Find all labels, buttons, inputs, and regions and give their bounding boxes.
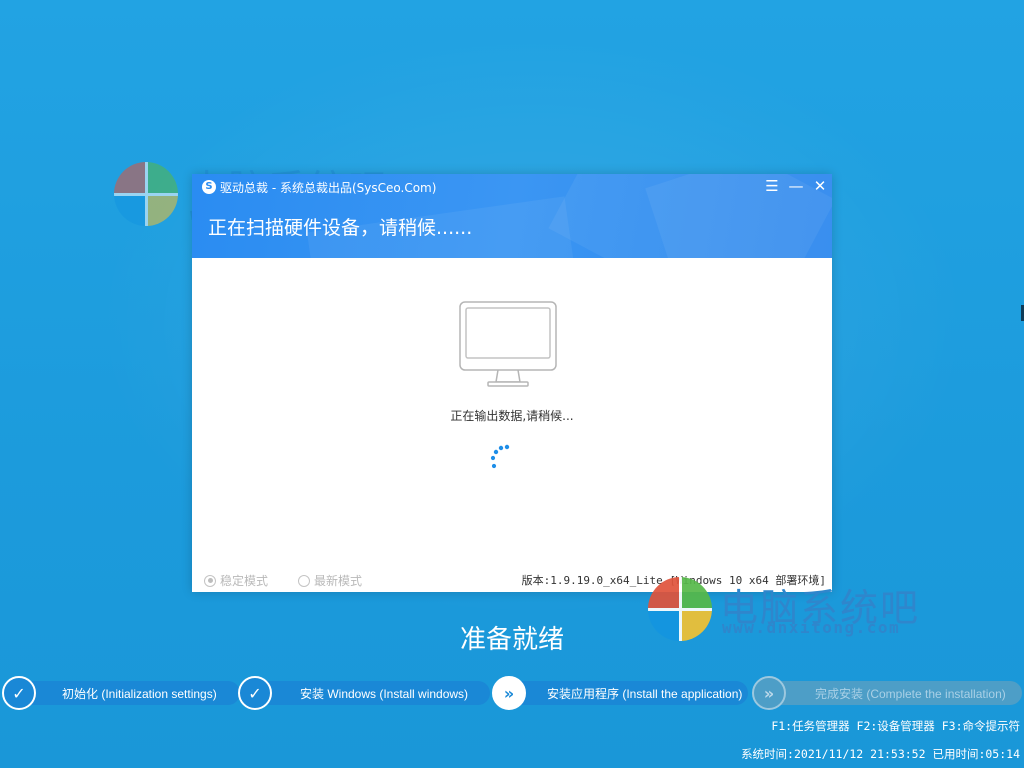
step-1-label: 初始化 (Initialization settings): [62, 687, 217, 701]
hotkey-hints: F1:任务管理器 F2:设备管理器 F3:命令提示符: [771, 719, 1020, 733]
ready-title: 准备就绪: [459, 625, 564, 655]
driver-dialog: S 驱动总裁 - 系统总裁出品(SysCeo.Com) ☰ — ✕ 正在扫描硬件…: [192, 174, 832, 592]
check-icon: ✓: [2, 676, 36, 710]
system-clock: 系统时间:2021/11/12 21:53:52 已用时间:05:14: [741, 747, 1020, 761]
radio-stable[interactable]: [204, 574, 216, 587]
loading-spinner-icon: [490, 444, 510, 469]
dialog-header: S 驱动总裁 - 系统总裁出品(SysCeo.Com) ☰ — ✕ 正在扫描硬件…: [192, 174, 832, 258]
mode-latest[interactable]: 最新模式: [298, 572, 362, 589]
dialog-heading: 正在扫描硬件设备，请稍候......: [208, 217, 473, 239]
install-steps: ✓ 初始化 (Initialization settings) ✓ 安装 Win…: [0, 676, 1024, 710]
mode-latest-label: 最新模式: [314, 574, 363, 588]
window-title: 驱动总裁 - 系统总裁出品(SysCeo.Com): [220, 181, 437, 195]
double-chevron-icon: »: [492, 676, 526, 710]
mode-stable[interactable]: 稳定模式: [204, 572, 268, 589]
step-4-label: 完成安装 (Complete the installation): [815, 687, 1006, 701]
status-text: 正在输出数据,请稍候...: [450, 409, 574, 423]
step-3-label: 安装应用程序 (Install the application): [547, 687, 743, 701]
menu-icon[interactable]: ☰: [761, 176, 783, 196]
step-2-label: 安装 Windows (Install windows): [300, 687, 469, 701]
watermark-logo-top: [114, 162, 178, 226]
radio-latest[interactable]: [298, 574, 310, 587]
minimize-icon[interactable]: —: [785, 176, 807, 196]
close-icon[interactable]: ✕: [809, 176, 831, 196]
app-logo-icon: S: [202, 180, 216, 194]
check-icon: ✓: [238, 676, 272, 710]
double-chevron-icon: »: [752, 676, 786, 710]
monitor-icon: [459, 301, 557, 387]
mode-stable-label: 稳定模式: [220, 574, 269, 588]
